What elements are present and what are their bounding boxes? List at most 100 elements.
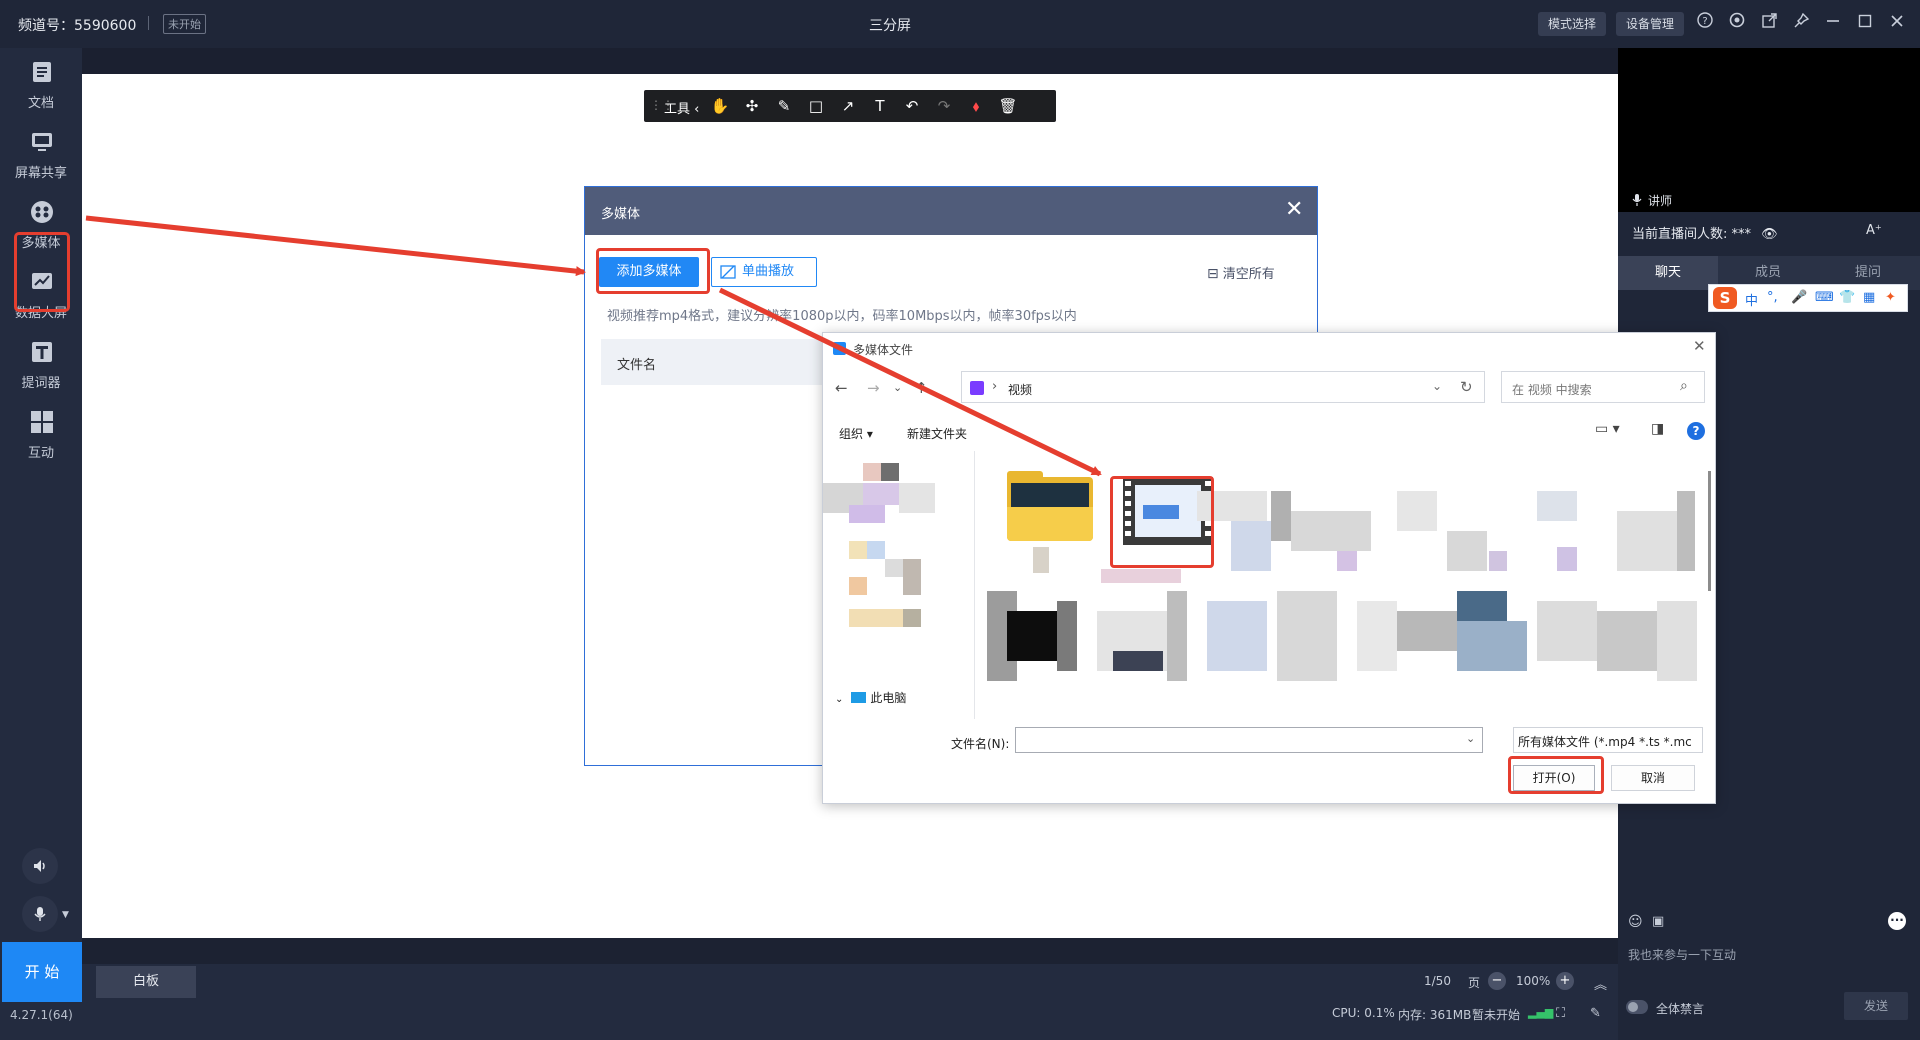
rectangle-icon[interactable]: □ bbox=[806, 96, 826, 116]
title-bar: 频道号：5590600 未开始 三分屏 模式选择 设备管理 ? bbox=[0, 0, 1920, 48]
ime-skin-icon[interactable]: 👕 bbox=[1839, 290, 1855, 305]
signal-icon: ▂▄▆ bbox=[1528, 1006, 1554, 1019]
pin-icon[interactable] bbox=[1790, 12, 1812, 34]
trash-icon[interactable]: 🗑 bbox=[998, 96, 1018, 116]
navigation-pane[interactable]: ⌄ 此电脑 bbox=[823, 451, 975, 719]
brush-icon[interactable]: ✎ bbox=[1590, 1006, 1601, 1021]
forward-icon[interactable]: → bbox=[867, 379, 880, 397]
recent-dropdown-icon[interactable]: ⌄ bbox=[893, 381, 902, 394]
expand-icon[interactable]: ⌄ bbox=[835, 694, 843, 705]
this-pc-label: 此电脑 bbox=[870, 691, 907, 705]
fullscreen-icon[interactable]: ⛶ bbox=[1556, 1006, 1565, 1021]
ime-language[interactable]: 中 bbox=[1745, 290, 1758, 309]
sidebar-item-label: 文档 bbox=[27, 96, 54, 111]
help-icon[interactable]: ? bbox=[1687, 422, 1705, 440]
search-placeholder: 在 视频 中搜索 bbox=[1512, 383, 1592, 397]
close-icon[interactable]: ✕ bbox=[1285, 197, 1303, 222]
zoom-level: 100% bbox=[1516, 974, 1551, 988]
start-button[interactable]: 开 始 bbox=[2, 942, 82, 1002]
drawing-toolbar: ⋮⋮ 工具 ‹ ✋ ✣ ✎ □ ↗ T ↶ ↷ ⬧ 🗑 bbox=[644, 90, 1056, 122]
view-options-icon[interactable]: ▭ ▾ bbox=[1595, 421, 1620, 437]
channel-number: 频道号：5590600 bbox=[18, 18, 137, 34]
filename-input[interactable]: ⌄ bbox=[1015, 727, 1483, 753]
image-icon[interactable]: ▣ bbox=[1652, 914, 1664, 929]
file-grid[interactable] bbox=[977, 451, 1701, 719]
redo-icon[interactable]: ↷ bbox=[934, 96, 954, 116]
video-file-highlight bbox=[1110, 476, 1214, 568]
divider bbox=[148, 16, 149, 30]
ime-punctuation[interactable]: °, bbox=[1767, 290, 1778, 305]
more-icon[interactable]: ··· bbox=[1888, 912, 1906, 930]
hand-icon[interactable]: ✋ bbox=[710, 96, 730, 116]
clear-all-button[interactable]: ⊟ 清空所有 bbox=[1207, 263, 1275, 282]
viewer-count: 当前直播间人数: *** 👁 bbox=[1632, 223, 1778, 242]
new-folder-button[interactable]: 新建文件夹 bbox=[907, 425, 967, 442]
multimedia-highlight bbox=[14, 232, 70, 312]
mute-all-toggle[interactable] bbox=[1626, 1000, 1648, 1014]
ime-keyboard-icon[interactable]: ⌨ bbox=[1815, 290, 1834, 305]
clear-all-label: 清空所有 bbox=[1222, 267, 1275, 282]
sidebar-item-interaction[interactable]: 互动 bbox=[4, 404, 78, 468]
text-icon[interactable]: T bbox=[870, 96, 890, 116]
folder-item[interactable] bbox=[1007, 471, 1093, 541]
eraser-icon[interactable]: ⬧ bbox=[966, 96, 986, 116]
mic-dropdown-icon[interactable]: ▼ bbox=[62, 910, 69, 920]
svg-text:?: ? bbox=[1702, 16, 1707, 27]
ime-apps-icon[interactable]: ▦ bbox=[1863, 290, 1875, 305]
pen-icon[interactable]: ✎ bbox=[774, 96, 794, 116]
tree-item-this-pc[interactable]: ⌄ 此电脑 bbox=[835, 689, 906, 706]
search-input[interactable]: 在 视频 中搜索 ⌕ bbox=[1501, 371, 1705, 403]
single-play-button[interactable]: 单曲播放 bbox=[711, 257, 817, 287]
file-type-select[interactable]: 所有媒体文件 (*.mp4 *.ts *.mc bbox=[1513, 727, 1703, 753]
chat-input[interactable]: 我也来参与一下互动 bbox=[1628, 946, 1736, 963]
bottom-bar: 白板 1/50 页 − 100% + ︽ CPU: 0.1% 内存: 361MB… bbox=[82, 964, 1618, 1040]
font-size-icon[interactable]: A⁺ bbox=[1866, 223, 1882, 238]
undo-icon[interactable]: ↶ bbox=[902, 96, 922, 116]
pointer-icon[interactable]: ✣ bbox=[742, 96, 762, 116]
refresh-icon[interactable]: ↻ bbox=[1460, 378, 1473, 396]
toolbar-collapse-button[interactable]: 工具 ‹ bbox=[664, 98, 699, 117]
multimedia-icon bbox=[31, 201, 53, 223]
send-button[interactable]: 发送 bbox=[1844, 992, 1908, 1020]
address-bar[interactable]: › 视频 ⌄ ↻ bbox=[961, 371, 1485, 403]
speaker-icon[interactable] bbox=[22, 848, 58, 884]
sidebar-item-teleprompter[interactable]: 提词器 bbox=[4, 334, 78, 398]
breadcrumb[interactable]: 视频 bbox=[1008, 381, 1032, 398]
filename-dropdown-icon[interactable]: ⌄ bbox=[1466, 732, 1475, 745]
eye-icon[interactable]: 👁 bbox=[1761, 227, 1778, 242]
zoom-out-icon[interactable]: − bbox=[1488, 972, 1506, 990]
address-dropdown-icon[interactable]: ⌄ bbox=[1432, 379, 1442, 393]
mode-select-button[interactable]: 模式选择 bbox=[1538, 12, 1607, 36]
vertical-scrollbar[interactable] bbox=[1707, 451, 1713, 719]
arrow-icon[interactable]: ↗ bbox=[838, 96, 858, 116]
up-icon[interactable]: ↑ bbox=[915, 379, 928, 397]
cancel-button[interactable]: 取消 bbox=[1611, 765, 1695, 791]
close-icon[interactable]: ✕ bbox=[1693, 337, 1706, 355]
ime-extra-icon[interactable]: ✦ bbox=[1885, 290, 1896, 305]
help-icon[interactable]: ? bbox=[1694, 12, 1716, 34]
filename-label: 文件名(N): bbox=[951, 737, 1010, 751]
format-hint: 视频推荐mp4格式，建议分辨率1080p以内，码率10Mbps以内，帧率30fp… bbox=[607, 309, 1077, 324]
interaction-icon bbox=[31, 411, 53, 433]
emoji-icon[interactable]: ☺ bbox=[1628, 914, 1643, 930]
sidebar-item-document[interactable]: 文档 bbox=[4, 54, 78, 118]
open-button-highlight bbox=[1508, 756, 1604, 794]
sidebar-item-screen-share[interactable]: 屏幕共享 bbox=[4, 124, 78, 188]
ime-voice-icon[interactable]: 🎤 bbox=[1791, 290, 1807, 305]
whiteboard-tab[interactable]: 白板 bbox=[96, 966, 196, 998]
close-icon[interactable] bbox=[1886, 12, 1908, 34]
tab-chat[interactable]: 聊天 bbox=[1618, 256, 1718, 290]
back-icon[interactable]: ← bbox=[835, 379, 848, 397]
zoom-in-icon[interactable]: + bbox=[1556, 972, 1574, 990]
maximize-icon[interactable] bbox=[1854, 12, 1876, 34]
settings-icon[interactable] bbox=[1726, 12, 1748, 34]
sidebar-item-label: 互动 bbox=[27, 446, 54, 461]
organize-menu[interactable]: 组织 ▾ bbox=[839, 425, 873, 442]
minimize-icon[interactable] bbox=[1822, 12, 1844, 34]
collapse-up-icon[interactable]: ︽ bbox=[1594, 974, 1607, 993]
device-manage-button[interactable]: 设备管理 bbox=[1616, 12, 1685, 36]
app-icon bbox=[833, 342, 846, 355]
preview-pane-icon[interactable]: ◨ bbox=[1651, 421, 1664, 437]
microphone-icon[interactable] bbox=[22, 896, 58, 932]
share-icon[interactable] bbox=[1758, 12, 1780, 34]
